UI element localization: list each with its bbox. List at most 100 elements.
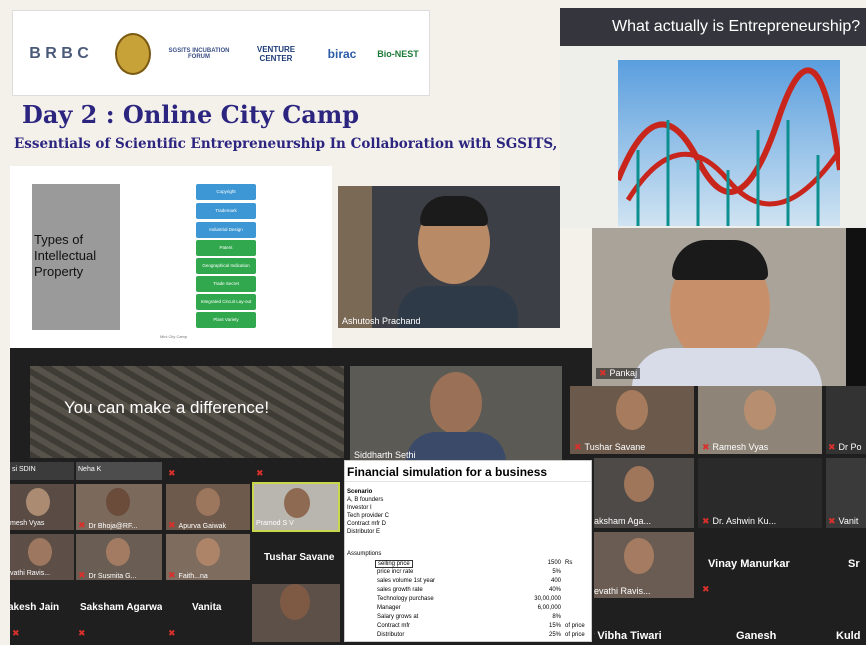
slide-footer: Mini City Camp — [160, 334, 188, 339]
scenario-label: Scenario — [347, 489, 373, 495]
participant-face — [430, 372, 482, 434]
participant-name: Ashutosh Prachand — [342, 316, 421, 326]
participant-face — [280, 584, 310, 620]
birac-logo: birac — [327, 47, 357, 61]
participant-name: Pramod S V — [256, 520, 294, 527]
participant-name: Vanita — [192, 602, 222, 613]
mic-muted-icon: ✖ — [702, 584, 710, 594]
participant-name: vathi Ravis... — [10, 570, 51, 577]
mic-muted-icon: ✖ — [828, 516, 836, 526]
ip-item: Plant Variety — [196, 312, 256, 328]
ip-item: Geographical Indication — [196, 258, 256, 274]
sheet-label: Technology purchase — [377, 596, 434, 602]
video-tile-bhoja[interactable]: ✖ Dr Bhoja@RF... — [76, 484, 162, 530]
scenario-item: A, B founders — [347, 497, 384, 503]
mic-muted-icon: ✖ — [78, 520, 86, 530]
participant-face — [284, 488, 310, 518]
video-tile-tushar-name[interactable]: Tushar Savane — [252, 534, 340, 580]
video-tile-sr[interactable]: Sr — [826, 532, 866, 598]
video-tile-ashutosh[interactable]: Ashutosh Prachand — [338, 186, 560, 328]
venture-center-logo: VENTURE CENTER — [256, 45, 296, 63]
participant-face — [616, 390, 648, 430]
participant-name-label: ✖ Tushar Savane — [574, 442, 645, 453]
video-tile-revathi-right[interactable]: evathi Ravis... — [594, 532, 694, 598]
participant-face — [624, 466, 654, 502]
grid-line — [345, 481, 591, 482]
rollercoaster-image — [615, 60, 843, 226]
video-tile-susmita[interactable]: ✖ Dr Susmita G... — [76, 534, 162, 580]
video-tile-saksham-agarwal[interactable]: Saksham Agarwal ✖ — [76, 584, 162, 642]
participant-face — [28, 538, 52, 566]
participant-name: Pankaj — [609, 368, 638, 378]
video-tile-participant-face[interactable] — [252, 584, 340, 642]
video-tile-dr-po[interactable]: ✖ Dr Po — [826, 386, 866, 454]
video-tile-ganesh[interactable]: Ganesh — [698, 602, 822, 645]
slide-title: Types of Intellectual Property — [34, 232, 97, 279]
participant-hair — [672, 240, 768, 280]
video-tile-apurva[interactable]: ✖ Apurva Gaiwak — [166, 484, 250, 530]
participant-name: Dr Bhoja@RF... — [88, 523, 138, 530]
video-tile-revathi-left[interactable]: vathi Ravis... — [10, 534, 74, 580]
participant-name-label: ✖ Pankaj — [596, 368, 641, 379]
participant-name-label: ✖ Dr. Ashwin Ku... — [702, 516, 776, 527]
sheet-value: 30,00,000 — [534, 596, 561, 602]
scenario-item: Tech provider C — [347, 513, 390, 519]
participant-name: Sr — [848, 558, 860, 570]
video-tile-akesh[interactable]: akesh Jain ✖ — [10, 584, 74, 642]
video-tile-saksham-small[interactable]: aksham Aga... — [594, 458, 694, 528]
participant-name: si SDIN — [12, 466, 36, 473]
video-tile-pankaj[interactable]: ✖ Pankaj — [592, 228, 866, 386]
video-tile-tushar[interactable]: ✖ Tushar Savane — [570, 386, 694, 454]
assumptions-label: Assumptions — [347, 551, 382, 557]
sheet-label: sales growth rate — [377, 587, 423, 593]
sheet-value: 400 — [550, 578, 561, 584]
mic-muted-icon: ✖ — [702, 516, 710, 526]
video-tile-siddharth[interactable]: Siddharth Sethi — [350, 366, 562, 460]
slide-heading: What actually is Entrepreneurship? — [560, 8, 866, 46]
video-tile-kuld[interactable]: Kuld — [826, 602, 866, 645]
participant-name: Dr Susmita G... — [88, 573, 137, 580]
ip-item: Trade Secret — [196, 276, 256, 292]
sheet-value: 5% — [552, 569, 561, 575]
sgsits-emblem-logo — [113, 29, 153, 79]
video-tile-neha[interactable]: Neha K — [76, 462, 162, 480]
sheet-cell-selected[interactable]: selling price — [375, 560, 413, 568]
participant-name: Tushar Savane — [584, 442, 646, 452]
video-tile-vanita[interactable]: Vanita ✖ — [166, 584, 250, 642]
video-tile-vinay[interactable]: Vinay Manurkar ✖ — [698, 532, 822, 598]
video-tile-pramod-active[interactable]: Pramod S V — [252, 482, 340, 532]
mic-muted-icon: ✖ — [168, 570, 176, 580]
participant-face — [744, 390, 776, 430]
participant-face — [624, 538, 654, 574]
video-tile-ramesh[interactable]: ✖ Ramesh Vyas — [698, 386, 822, 454]
brbc-logo: B R B C — [29, 45, 89, 62]
ip-item: Trademark — [196, 203, 256, 219]
participant-face — [196, 538, 220, 566]
participant-hair — [420, 196, 488, 226]
mic-muted-icon: ✖ — [256, 468, 264, 478]
mic-muted-icon: ✖ — [574, 442, 582, 452]
participant-face — [26, 488, 50, 516]
ip-item: Patent — [196, 240, 256, 256]
sheet-label: Manager — [377, 605, 401, 611]
participant-name-label: ✖ Ramesh Vyas — [702, 442, 768, 453]
ip-item: Industrial Design — [196, 222, 256, 238]
video-tile-ramesh-left[interactable]: mesh Vyas — [10, 484, 74, 530]
video-tile-ashwin[interactable]: ✖ Dr. Ashwin Ku... — [698, 458, 822, 528]
participant-name-label: ✖ Dr Po — [828, 442, 862, 453]
mic-muted-icon: ✖ — [78, 570, 86, 580]
video-tile-faith[interactable]: ✖ Faith...na — [166, 534, 250, 580]
participant-name: Ramesh Vyas — [712, 442, 769, 452]
participant-name: akesh Jain — [10, 602, 60, 613]
participant-name: Apurva Gaiwak — [178, 523, 227, 530]
video-tile-vanit[interactable]: ✖ Vanit — [826, 458, 866, 528]
sheet-unit: of price — [565, 623, 585, 629]
shared-spreadsheet: Financial simulation for a business Scen… — [344, 460, 592, 642]
sheet-label: Distributor — [377, 632, 405, 638]
scenario-item: Investor I — [347, 505, 372, 511]
participant-name: Kuld — [836, 630, 861, 642]
video-tile-sdin[interactable]: si SDIN — [10, 462, 74, 480]
video-tile-vibha[interactable]: r Vibha Tiwari — [594, 602, 694, 645]
sheet-label: price incr rate — [377, 569, 414, 575]
mic-muted-icon: ✖ — [168, 468, 176, 478]
